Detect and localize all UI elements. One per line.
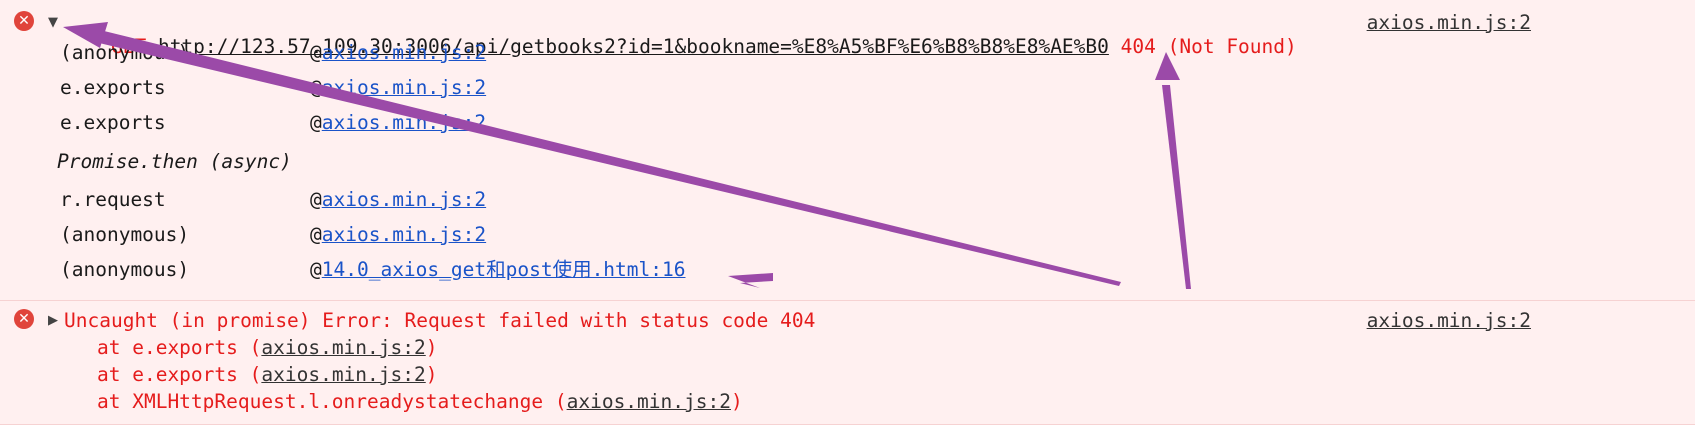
stack-frame-fn: (anonymous) [60, 258, 190, 281]
stack-frame-fn: e.exports [60, 111, 166, 134]
trace-line: at e.exports (axios.min.js:2) [97, 336, 438, 359]
request-status: 404 (Not Found) [1120, 35, 1297, 58]
request-url-link[interactable]: http://123.57.109.30:3006/api/getbooks2?… [158, 35, 1109, 58]
stack-frame-link[interactable]: axios.min.js:2 [322, 41, 486, 64]
stack-frame-fn: (anonymous) [60, 41, 190, 64]
error-message: Uncaught (in promise) Error: Request fai… [64, 309, 816, 332]
trace-line: at e.exports (axios.min.js:2) [97, 363, 438, 386]
error-circle-icon: ✕ [14, 309, 34, 329]
entry2-source-link[interactable]: axios.min.js:2 [1367, 309, 1531, 333]
entry1-source-link[interactable]: axios.min.js:2 [1367, 11, 1531, 35]
error-circle-icon: ✕ [14, 11, 34, 31]
request-line: GET http://123.57.109.30:3006/api/getboo… [64, 11, 1297, 83]
trace-link[interactable]: axios.min.js:2 [261, 363, 425, 386]
stack-frame-location: @axios.min.js:2 [310, 223, 487, 246]
stack-frame-link[interactable]: axios.min.js:2 [322, 111, 486, 134]
stack-frame-location: @14.0_axios_get和post使用.html:16 [310, 258, 686, 281]
async-separator: Promise.then (async) [57, 150, 292, 173]
stack-frame-location: @axios.min.js:2 [310, 111, 487, 134]
trace-link[interactable]: axios.min.js:2 [567, 390, 731, 413]
console-error-entry-network: ✕ ▼ GET http://123.57.109.30:3006/api/ge… [0, 0, 1695, 301]
stack-frame-location: @axios.min.js:2 [310, 188, 487, 211]
stack-frame-link[interactable]: axios.min.js:2 [322, 76, 486, 99]
triangle-down-icon[interactable]: ▼ [48, 15, 58, 30]
stack-frame-fn: (anonymous) [60, 223, 190, 246]
trace-link[interactable]: axios.min.js:2 [261, 336, 425, 359]
stack-frame-location: @axios.min.js:2 [310, 76, 487, 99]
console-error-entry-uncaught: ✕ ▶ Uncaught (in promise) Error: Request… [0, 301, 1695, 425]
stack-frame-fn: r.request [60, 188, 166, 211]
stack-frame-link[interactable]: axios.min.js:2 [322, 223, 486, 246]
stack-frame-fn: e.exports [60, 76, 166, 99]
stack-frame-location: @axios.min.js:2 [310, 41, 487, 64]
stack-frame-link[interactable]: 14.0_axios_get和post使用.html:16 [322, 258, 686, 281]
trace-line: at XMLHttpRequest.l.onreadystatechange (… [97, 390, 743, 413]
triangle-right-icon[interactable]: ▶ [48, 313, 58, 328]
stack-frame-link[interactable]: axios.min.js:2 [322, 188, 486, 211]
